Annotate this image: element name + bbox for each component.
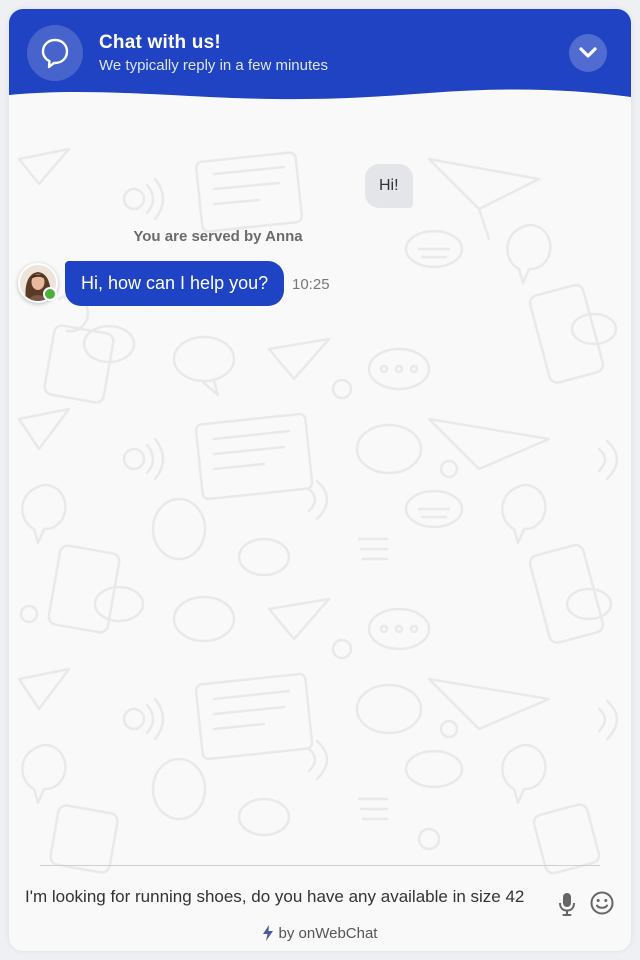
message-timestamp: 10:25 (292, 276, 330, 293)
voice-message-button[interactable] (557, 891, 577, 917)
microphone-icon (559, 893, 575, 916)
served-by-notice: You are served by Anna (9, 228, 427, 245)
emoji-picker-button[interactable] (589, 890, 615, 916)
served-by-prefix: You are served by (133, 228, 262, 245)
powered-by-link[interactable]: by onWebChat (279, 925, 378, 942)
online-status-dot (43, 287, 57, 301)
powered-by-footer: by onWebChat (9, 925, 631, 942)
background-pattern (17, 147, 619, 875)
chat-header: Chat with us! We typically reply in a fe… (9, 9, 631, 114)
emoji-icon (590, 891, 614, 915)
lightning-icon (262, 925, 273, 941)
chevron-down-icon (579, 47, 597, 58)
chat-bubble-icon (27, 25, 83, 81)
agent-name: Anna (265, 228, 303, 245)
composer-divider (40, 865, 600, 866)
minimize-chat-button[interactable] (569, 34, 607, 72)
header-subtitle: We typically reply in a few minutes (99, 57, 328, 74)
agent-message-bubble: Hi, how can I help you? (65, 261, 285, 306)
chat-widget: Chat with us! We typically reply in a fe… (9, 9, 631, 951)
user-message-bubble: Hi! (365, 164, 413, 208)
header-title: Chat with us! (99, 32, 221, 53)
